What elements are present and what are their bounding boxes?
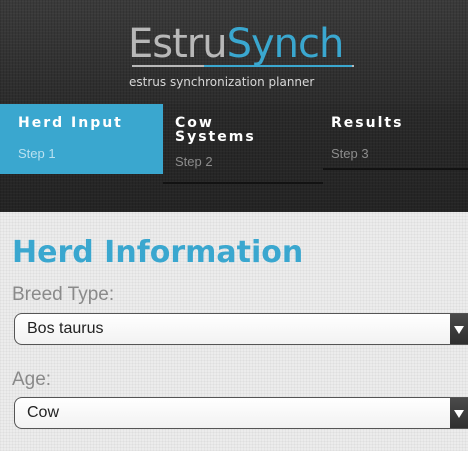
- app-logo: EstruSynch: [128, 20, 378, 68]
- step-title: Herd Input: [18, 115, 123, 131]
- triangle-down-icon: [454, 326, 464, 334]
- step-title-line2: Systems: [175, 129, 256, 145]
- breed-type-select[interactable]: Bos taurus: [14, 313, 468, 345]
- app: EstruSynch estrus synchronization planne…: [0, 0, 468, 451]
- step-subtitle: Step 2: [175, 154, 213, 169]
- step-tab-cow-systems[interactable]: Cow Systems Step 2: [163, 104, 323, 184]
- logo-underline-accent: [204, 65, 352, 67]
- app-tagline: estrus synchronization planner: [129, 75, 315, 89]
- step-title: Results: [331, 115, 404, 131]
- step-subtitle: Step 1: [18, 146, 56, 161]
- step-subtitle: Step 3: [331, 146, 369, 161]
- logo-text-estru: Estru: [128, 21, 228, 67]
- main-content: Herd Information Breed Type: Bos taurus …: [0, 212, 468, 451]
- breed-type-dropdown-button[interactable]: [450, 314, 468, 344]
- breed-type-value: Bos taurus: [27, 320, 104, 337]
- triangle-down-icon: [454, 410, 464, 418]
- logo-text-synch: Synch: [226, 21, 345, 67]
- breed-type-label: Breed Type:: [12, 284, 115, 305]
- age-dropdown-button[interactable]: [450, 398, 468, 428]
- page-title: Herd Information: [12, 235, 304, 270]
- age-value: Cow: [27, 404, 60, 421]
- steps-nav: Herd Input Step 1 Cow Systems Step 2 Resu…: [0, 104, 468, 212]
- app-header: EstruSynch estrus synchronization planne…: [0, 0, 468, 104]
- age-select[interactable]: Cow: [14, 397, 468, 429]
- step-tab-results[interactable]: Results Step 3: [323, 104, 468, 170]
- step-title: Cow Systems: [175, 116, 323, 144]
- step-tab-herd-input[interactable]: Herd Input Step 1: [0, 104, 163, 174]
- age-label: Age:: [12, 369, 52, 390]
